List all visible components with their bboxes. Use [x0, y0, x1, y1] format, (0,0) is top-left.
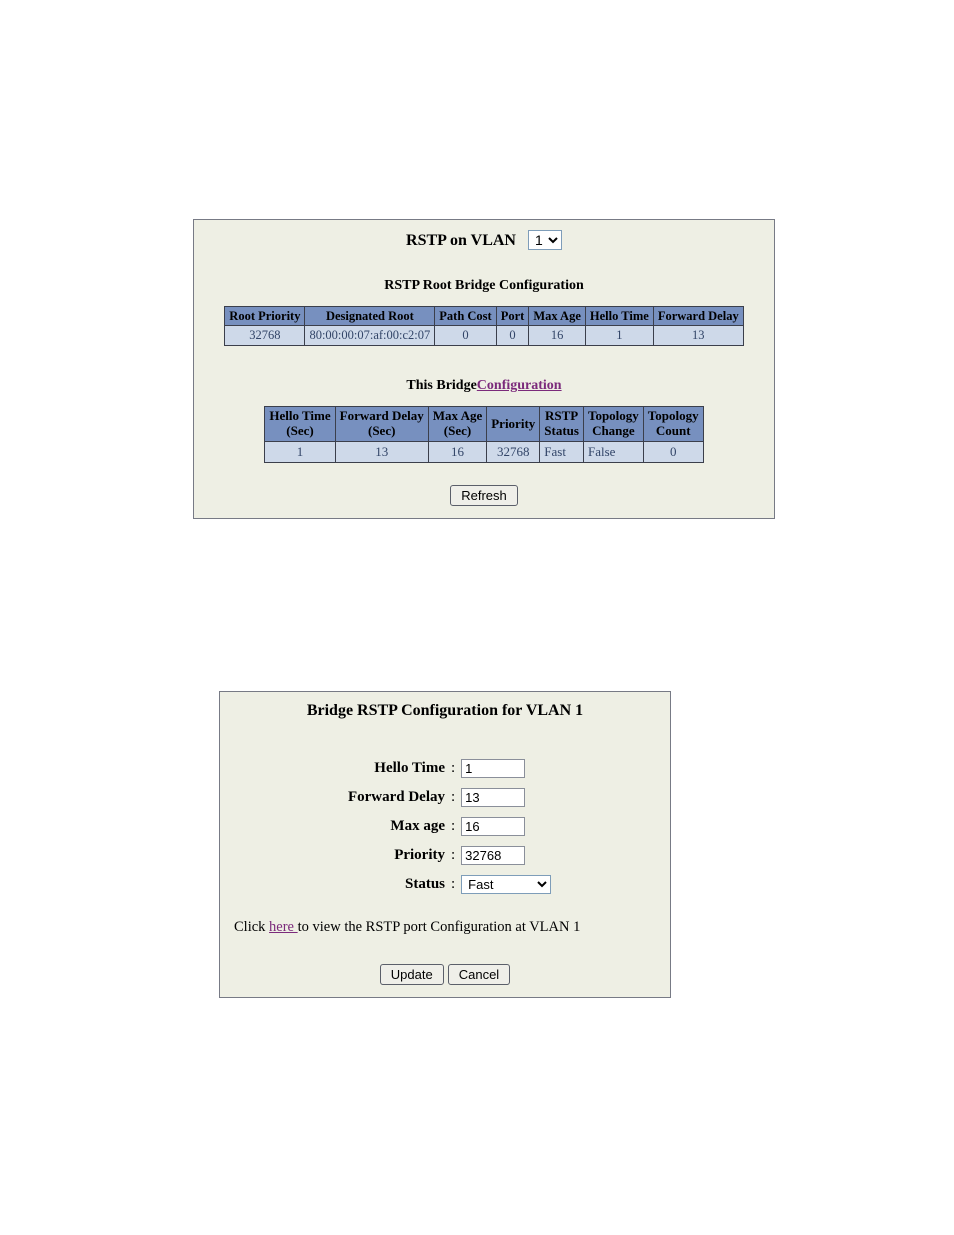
cell-priority: 32768: [487, 442, 540, 463]
root-config-table: Root Priority Designated Root Path Cost …: [224, 306, 743, 346]
th-max-age: Max Age: [529, 307, 586, 326]
th-maxage-sec: Max Age(Sec): [428, 407, 486, 442]
input-priority[interactable]: [461, 846, 525, 865]
th-root-priority: Root Priority: [225, 307, 305, 326]
label-max-age: Max age: [220, 818, 447, 835]
root-config-title: RSTP Root Bridge Configuration: [194, 274, 774, 302]
cell-topo-change: False: [583, 442, 643, 463]
th-topo-count: TopologyCount: [643, 407, 703, 442]
row-max-age: Max age :: [220, 812, 670, 841]
vlan-select[interactable]: 1: [528, 230, 562, 250]
panel-title-row: RSTP on VLAN 1: [194, 220, 774, 274]
hint-post: to view the RSTP port Configuration at V…: [298, 919, 581, 935]
input-max-age[interactable]: [461, 817, 525, 836]
row-priority: Priority :: [220, 841, 670, 870]
th-path-cost: Path Cost: [435, 307, 496, 326]
th-port: Port: [496, 307, 529, 326]
label-status: Status: [220, 876, 447, 893]
th-forward-delay: Forward Delay: [653, 307, 743, 326]
row-hello-time: Hello Time :: [220, 754, 670, 783]
here-link[interactable]: here: [269, 919, 298, 935]
th-fwd-sec: Forward Delay(Sec): [335, 407, 428, 442]
cell-max-age: 16: [529, 326, 586, 346]
select-status[interactable]: Fast: [461, 875, 551, 894]
input-hello-time[interactable]: [461, 759, 525, 778]
th-designated-root: Designated Root: [305, 307, 435, 326]
table-header-row: Root Priority Designated Root Path Cost …: [225, 307, 743, 326]
th-priority: Priority: [487, 407, 540, 442]
cell-fwd-sec: 13: [335, 442, 428, 463]
bridge-rstp-config-panel: Bridge RSTP Configuration for VLAN 1 Hel…: [219, 691, 671, 998]
this-bridge-prefix: This Bridge: [406, 378, 476, 393]
this-bridge-title: This BridgeConfiguration: [194, 360, 774, 402]
cell-maxage-sec: 16: [428, 442, 486, 463]
cell-forward-delay: 13: [653, 326, 743, 346]
cell-path-cost: 0: [435, 326, 496, 346]
cell-rstp-status: Fast: [540, 442, 584, 463]
label-hello-time: Hello Time: [220, 760, 447, 777]
cancel-button[interactable]: Cancel: [448, 964, 510, 985]
hint-pre: Click: [234, 919, 269, 935]
config-form: Hello Time : Forward Delay : Max age : P…: [220, 726, 670, 901]
cell-port: 0: [496, 326, 529, 346]
table-row: 1 13 16 32768 Fast False 0: [265, 442, 703, 463]
table-row: 32768 80:00:00:07:af:00:c2:07 0 0 16 1 1…: [225, 326, 743, 346]
cell-topo-count: 0: [643, 442, 703, 463]
panel2-title: Bridge RSTP Configuration for VLAN 1: [220, 692, 670, 726]
refresh-row: Refresh: [194, 477, 774, 518]
configuration-link[interactable]: Configuration: [477, 378, 562, 393]
refresh-button[interactable]: Refresh: [450, 485, 518, 506]
input-forward-delay[interactable]: [461, 788, 525, 807]
cell-hello-sec: 1: [265, 442, 335, 463]
cell-hello-time: 1: [585, 326, 653, 346]
port-config-hint: Click here to view the RSTP port Configu…: [220, 901, 670, 956]
bridge-table: Hello Time(Sec) Forward Delay(Sec) Max A…: [264, 406, 703, 463]
th-topo-change: TopologyChange: [583, 407, 643, 442]
cell-root-priority: 32768: [225, 326, 305, 346]
rstp-on-vlan-label: RSTP on VLAN: [406, 232, 516, 249]
cell-designated-root: 80:00:00:07:af:00:c2:07: [305, 326, 435, 346]
th-rstp-status: RSTPStatus: [540, 407, 584, 442]
update-button[interactable]: Update: [380, 964, 444, 985]
label-priority: Priority: [220, 847, 447, 864]
th-hello-time: Hello Time: [585, 307, 653, 326]
th-hello-sec: Hello Time(Sec): [265, 407, 335, 442]
panel2-buttons: Update Cancel: [220, 956, 670, 997]
rstp-vlan-panel: RSTP on VLAN 1 RSTP Root Bridge Configur…: [193, 219, 775, 519]
row-status: Status : Fast: [220, 870, 670, 899]
label-forward-delay: Forward Delay: [220, 789, 447, 806]
row-forward-delay: Forward Delay :: [220, 783, 670, 812]
table-header-row: Hello Time(Sec) Forward Delay(Sec) Max A…: [265, 407, 703, 442]
